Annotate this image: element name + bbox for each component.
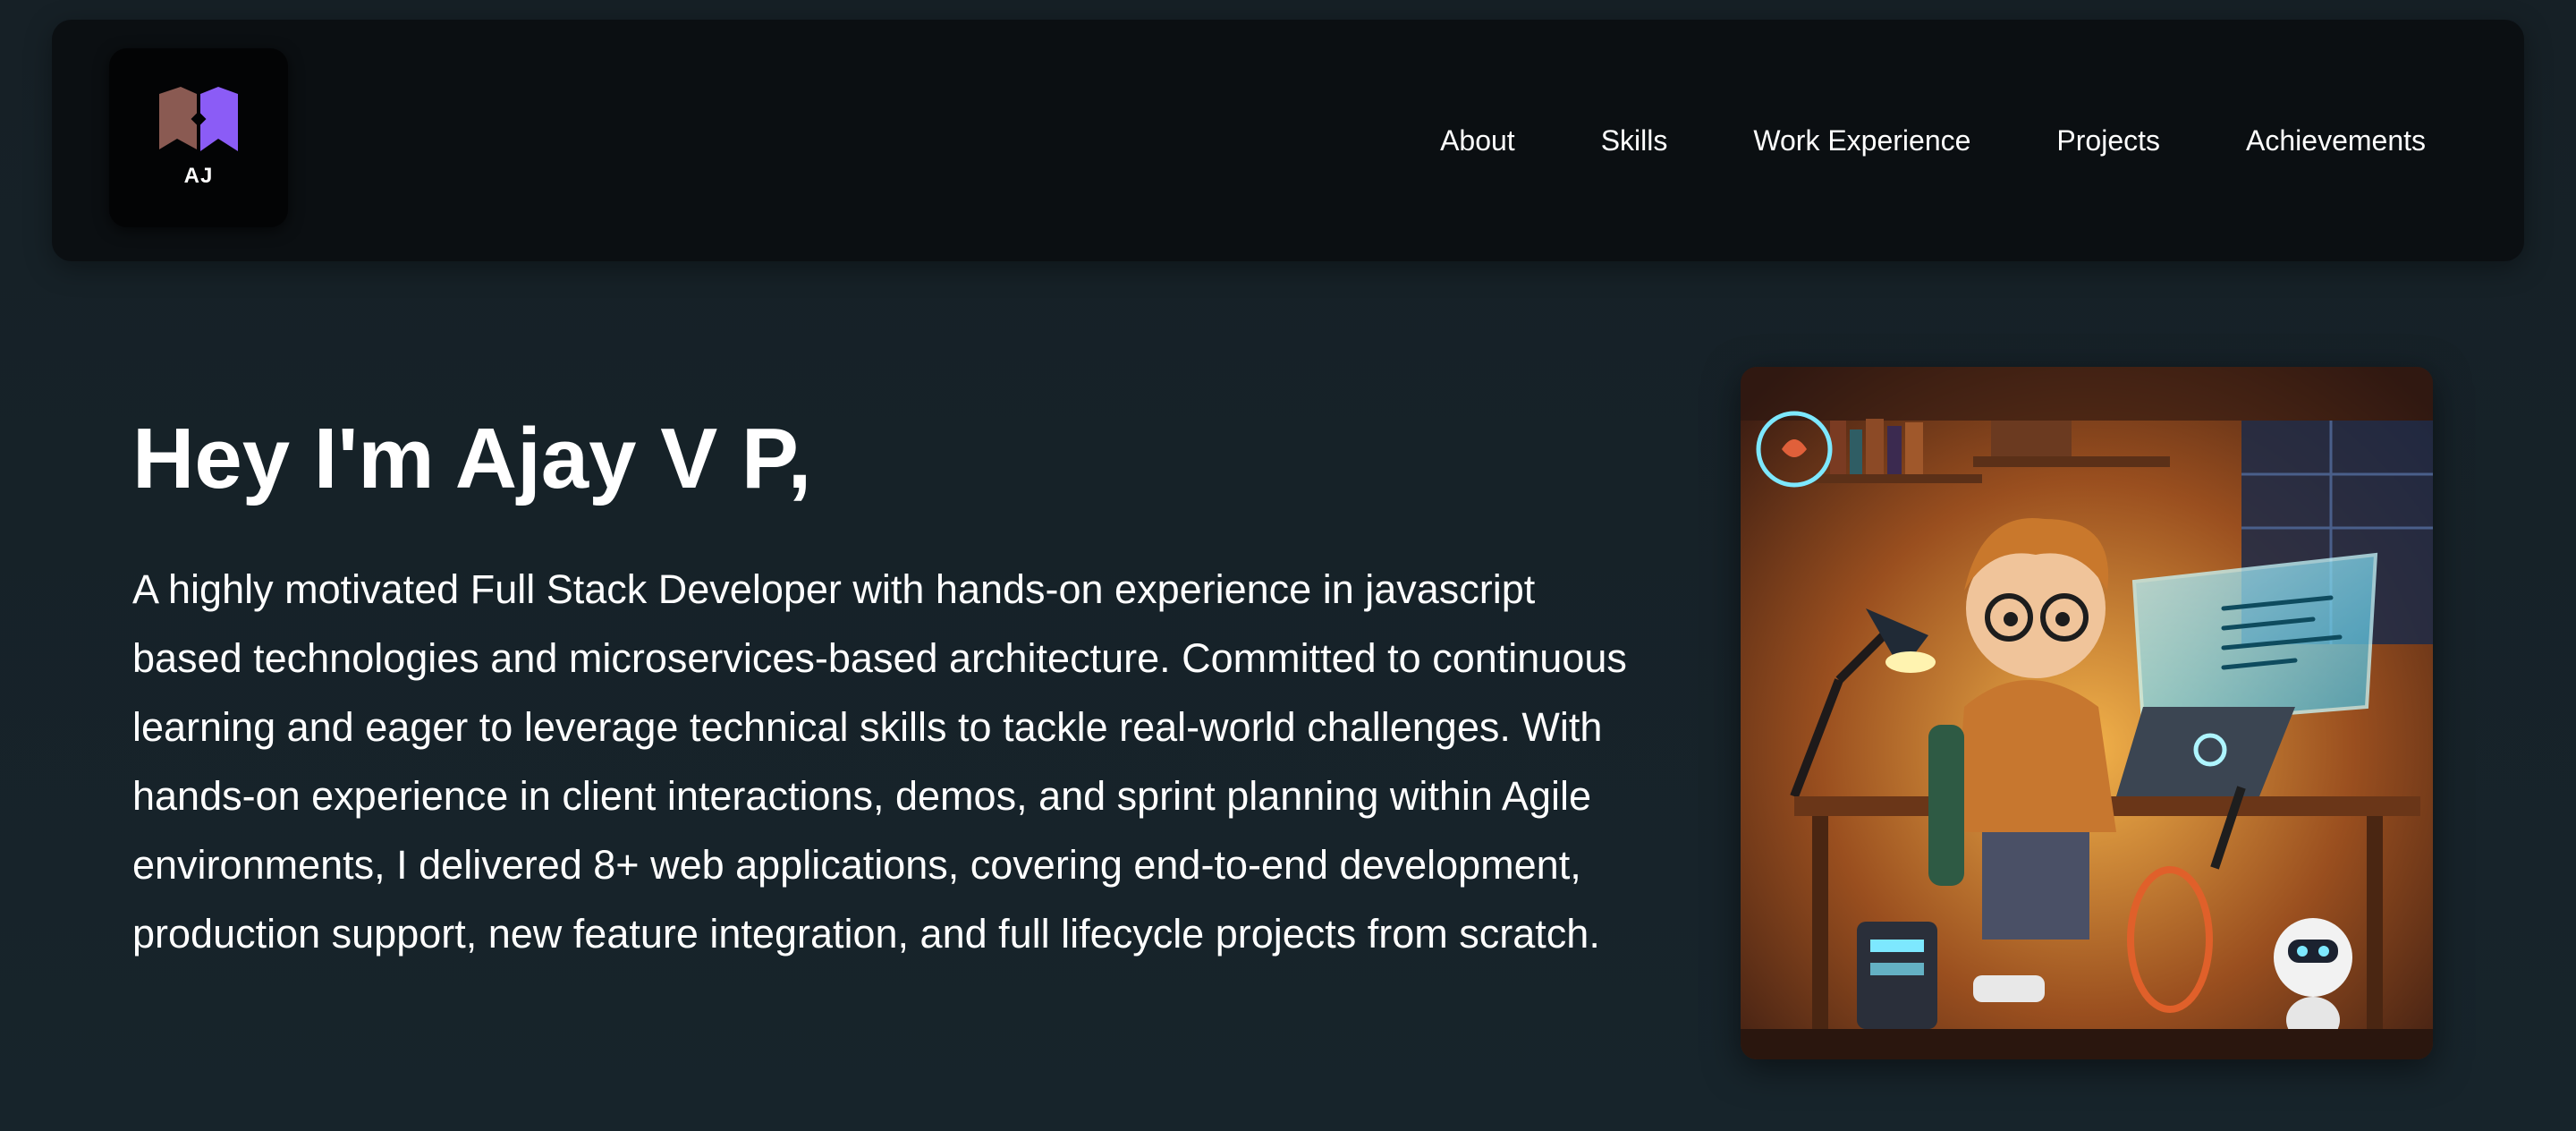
hero-description: A highly motivated Full Stack Developer … <box>132 566 1627 957</box>
hero-image <box>1741 367 2433 1059</box>
hero-title: Hey I'm Ajay V P, <box>132 411 812 506</box>
nav-link-about[interactable]: About <box>1440 124 1515 157</box>
nav-links: About Skills Work Experience Projects Ac… <box>1440 20 2426 261</box>
navbar: AJ About Skills Work Experience Projects… <box>52 20 2524 261</box>
bookmark-monogram-icon <box>159 87 238 151</box>
nav-link-achievements[interactable]: Achievements <box>2246 124 2426 157</box>
nav-link-work-experience[interactable]: Work Experience <box>1753 124 1970 157</box>
logo[interactable]: AJ <box>109 48 288 227</box>
developer-illustration <box>1741 367 2433 1059</box>
nav-link-projects[interactable]: Projects <box>2056 124 2160 157</box>
logo-text: AJ <box>183 164 214 188</box>
nav-link-skills[interactable]: Skills <box>1601 124 1668 157</box>
